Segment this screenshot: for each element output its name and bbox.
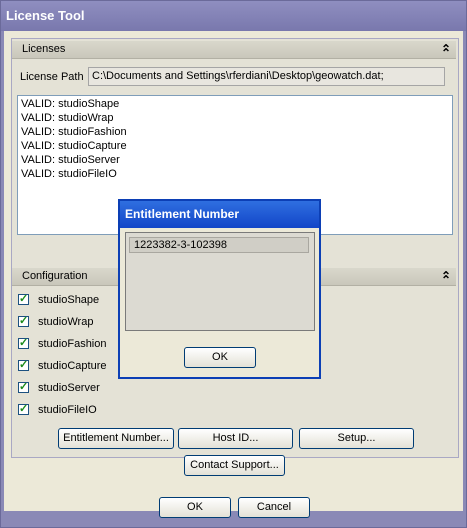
checkmark-icon: ✓ (19, 315, 29, 327)
checkbox[interactable]: ✓ (18, 337, 29, 349)
setup-button[interactable]: Setup... (299, 428, 414, 449)
license-tool-window: License Tool Licenses ⌃ ⌃ License Path C:… (0, 0, 467, 528)
checkbox[interactable]: ✓ (18, 381, 29, 393)
list-item[interactable]: VALID: studioCapture (21, 139, 449, 153)
double-chevron-up-icon[interactable]: ⌃ ⌃ (441, 42, 451, 60)
config-item-label: studioFashion (38, 338, 107, 350)
configuration-section-label: Configuration (22, 270, 88, 282)
host-id-button[interactable]: Host ID... (178, 428, 293, 449)
checkmark-icon: ✓ (19, 381, 29, 393)
license-path-label: License Path (20, 71, 84, 83)
dialog-content-box: 1223382-3-102398 (125, 232, 315, 331)
checkbox[interactable]: ✓ (18, 293, 29, 305)
entitlement-number-button[interactable]: Entitlement Number... (58, 428, 174, 449)
list-item[interactable]: VALID: studioFashion (21, 125, 449, 139)
contact-support-button[interactable]: Contact Support... (184, 455, 285, 476)
dialog-title: Entitlement Number (120, 201, 319, 228)
dialog-ok-button[interactable]: OK (184, 347, 256, 368)
entitlement-dialog: Entitlement Number 1223382-3-102398 OK (118, 199, 321, 379)
cancel-button[interactable]: Cancel (238, 497, 310, 518)
config-item-label: studioCapture (38, 360, 107, 372)
window-title: License Tool (1, 1, 466, 31)
list-item[interactable]: VALID: studioServer (21, 153, 449, 167)
checkmark-icon: ✓ (19, 337, 29, 349)
ok-button[interactable]: OK (159, 497, 231, 518)
checkbox[interactable]: ✓ (18, 359, 29, 371)
checkbox[interactable]: ✓ (18, 403, 29, 415)
checkmark-icon: ✓ (19, 359, 29, 371)
checkmark-icon: ✓ (19, 293, 29, 305)
config-item-label: studioShape (38, 294, 100, 306)
list-item[interactable]: VALID: studioShape (21, 97, 449, 111)
config-item-label: studioWrap (38, 316, 94, 328)
list-item[interactable]: VALID: studioWrap (21, 111, 449, 125)
checkbox[interactable]: ✓ (18, 315, 29, 327)
checkmark-icon: ✓ (19, 403, 29, 415)
licenses-section-label: Licenses (22, 43, 66, 55)
config-item-label: studioFileIO (38, 404, 97, 416)
entitlement-number-field[interactable]: 1223382-3-102398 (129, 237, 309, 253)
double-chevron-up-icon[interactable]: ⌃ ⌃ (441, 269, 451, 287)
list-item[interactable]: VALID: studioFileIO (21, 167, 449, 181)
config-item-label: studioServer (38, 382, 100, 394)
licenses-section-header[interactable]: Licenses ⌃ ⌃ (12, 41, 456, 60)
license-path-field[interactable]: C:\Documents and Settings\rferdiani\Desk… (88, 67, 445, 86)
